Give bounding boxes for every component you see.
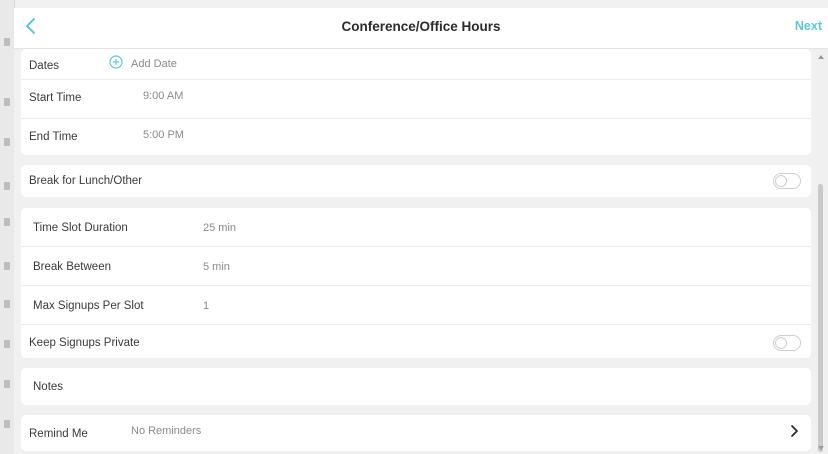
dates-label: Dates [29,60,60,72]
duration-row[interactable]: Time Slot Duration 25 min [21,208,811,247]
reminder-card[interactable]: Remind Me No Reminders [21,415,811,451]
reminder-label: Remind Me [29,428,88,440]
toggle-knob [775,175,787,187]
duration-value[interactable]: 25 min [203,222,236,234]
break-between-row[interactable]: Break Between 5 min [21,247,811,286]
dates-row: Dates Add Date [21,49,811,80]
break-between-label: Break Between [33,261,111,273]
modal-sheet: Conference/Office Hours Next Dates Add D… [14,8,828,454]
private-toggle[interactable] [773,335,801,351]
next-button[interactable]: Next [795,19,822,33]
max-signups-label: Max Signups Per Slot [33,300,144,312]
toggle-knob [775,337,787,349]
break-between-value[interactable]: 5 min [203,261,230,273]
break-row: Break for Lunch/Other [21,165,811,197]
private-row: Keep Signups Private [21,325,811,359]
navigation-bar: Conference/Office Hours Next [14,8,828,49]
end-time-label: End Time [29,131,78,143]
start-time-value[interactable]: 9:00 AM [143,90,183,102]
background-app-edge [0,0,15,454]
end-time-row[interactable]: End Time 5:00 PM [21,119,811,157]
slots-card: Time Slot Duration 25 min Break Between … [21,208,811,358]
schedule-card: Dates Add Date Start Time 9:00 AM End Ti… [21,49,811,155]
max-signups-row[interactable]: Max Signups Per Slot 1 [21,286,811,325]
plus-circle-icon[interactable] [109,55,123,69]
start-time-row[interactable]: Start Time 9:00 AM [21,80,811,119]
break-toggle[interactable] [773,173,801,189]
break-card: Break for Lunch/Other [21,165,811,197]
private-label: Keep Signups Private [29,337,140,349]
page-title: Conference/Office Hours [341,19,501,34]
duration-label: Time Slot Duration [33,222,128,234]
scroll-up-arrow-icon[interactable] [817,54,825,60]
app-screen: Conference/Office Hours Next Dates Add D… [0,0,828,454]
notes-card[interactable]: Notes [21,368,811,405]
start-time-label: Start Time [29,92,82,104]
add-date-button[interactable]: Add Date [131,58,177,70]
end-time-value[interactable]: 5:00 PM [143,129,184,141]
break-label: Break for Lunch/Other [29,175,143,187]
scroll-down-arrow-icon[interactable] [817,445,825,451]
scrollbar-thumb[interactable] [818,184,823,452]
notes-label: Notes [33,381,64,393]
chevron-right-icon [791,425,798,437]
reminder-value: No Reminders [131,425,202,437]
max-signups-value[interactable]: 1 [203,300,209,312]
